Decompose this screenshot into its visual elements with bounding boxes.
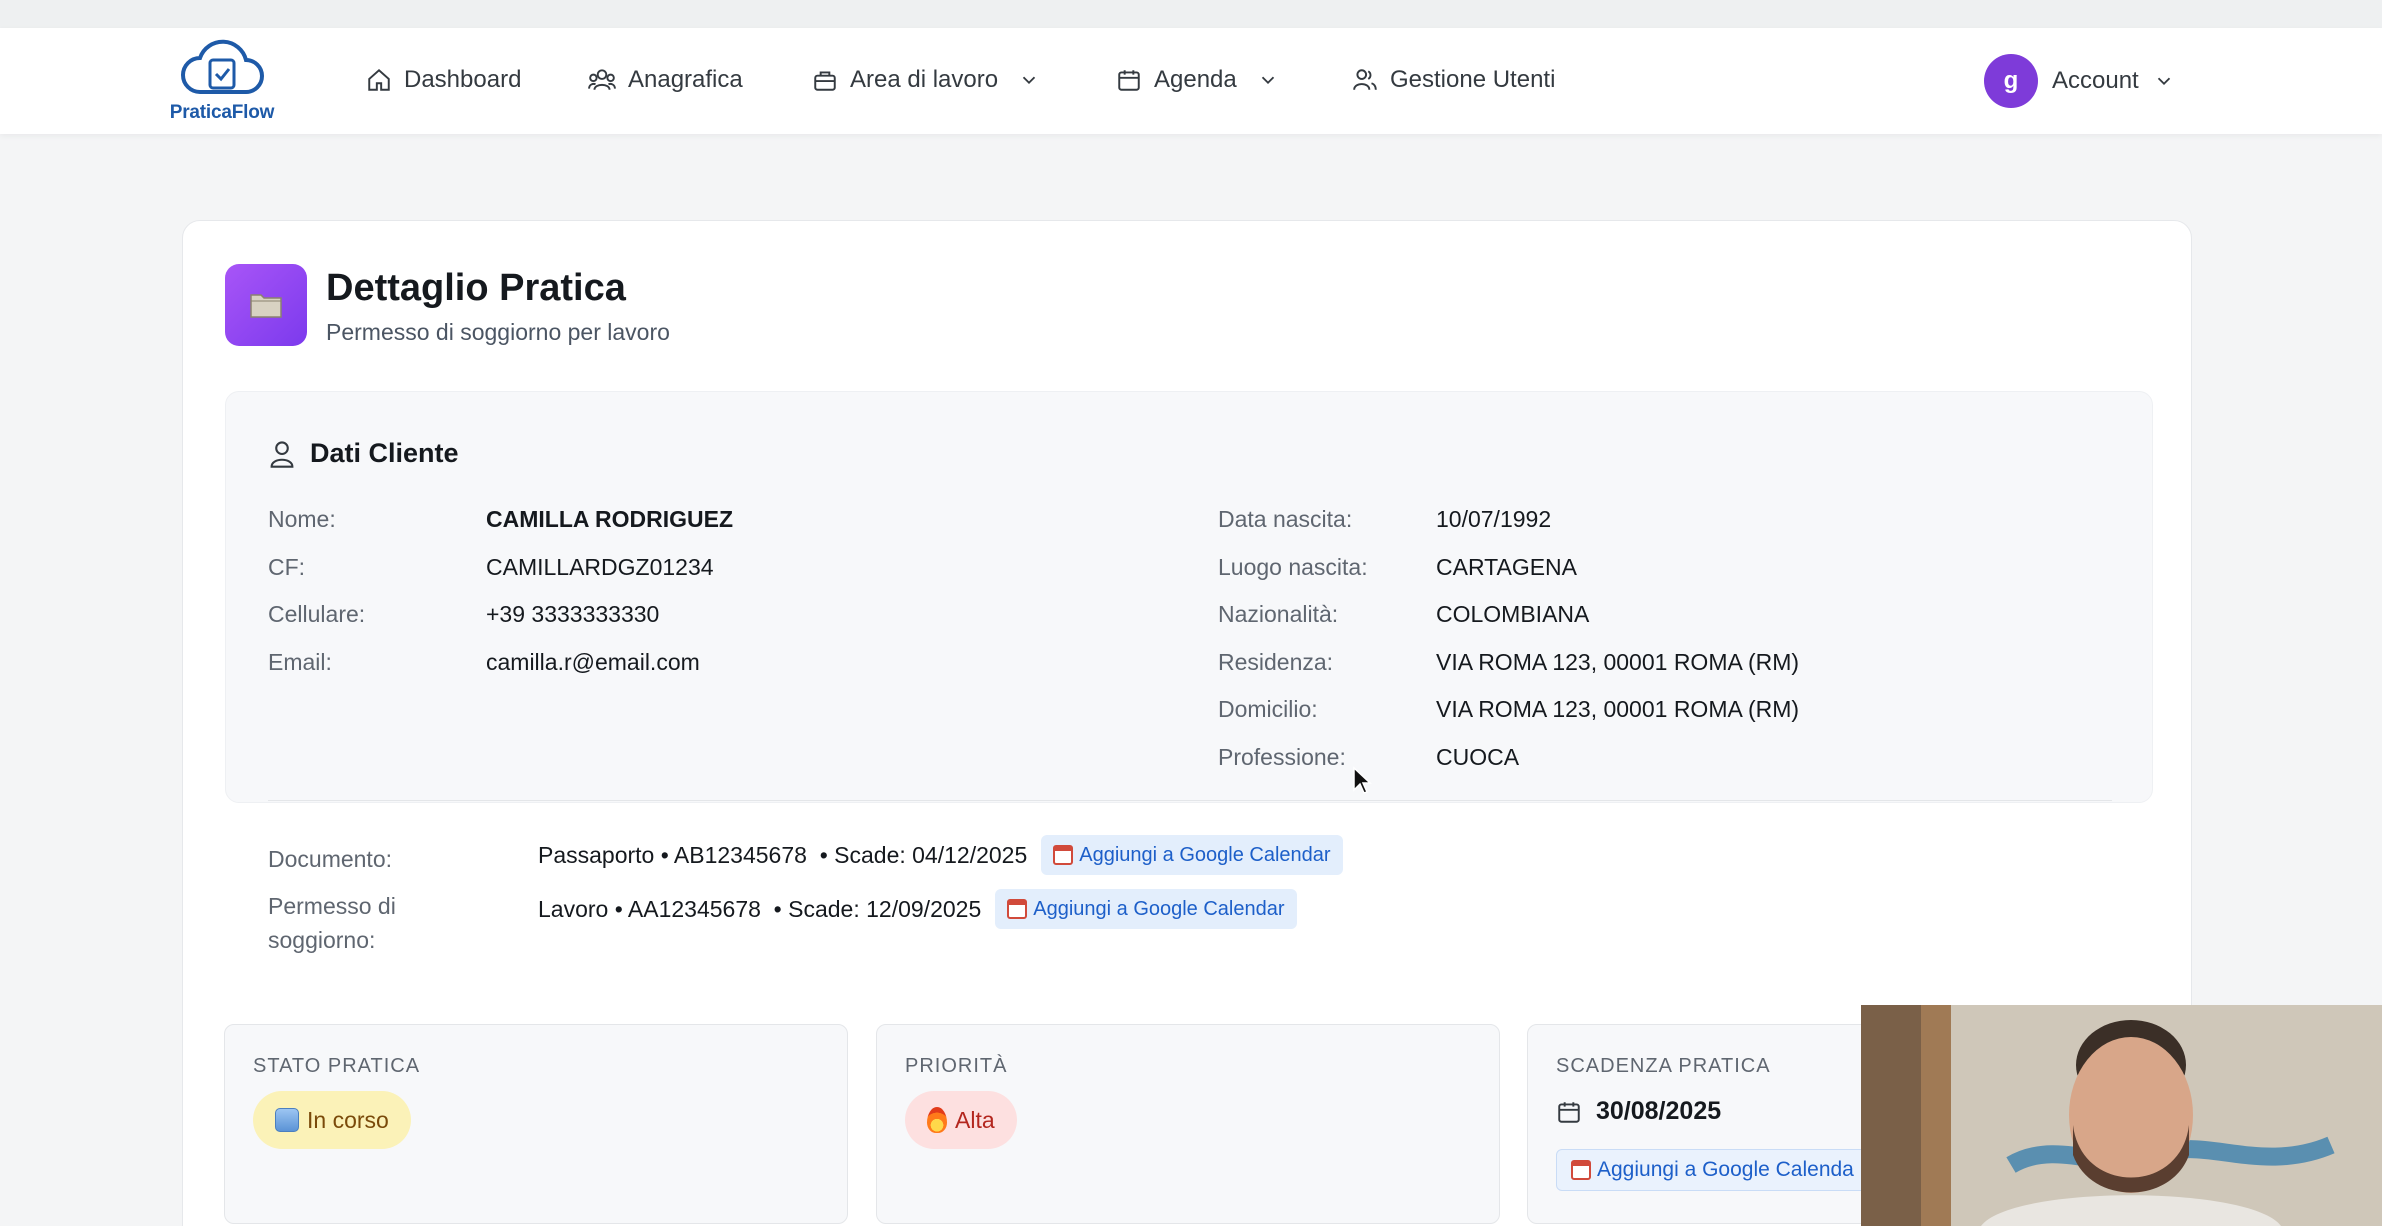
client-section-title-text: Dati Cliente — [310, 438, 459, 468]
add-to-google-calendar-button[interactable]: Aggiungi a Google Calenda — [1556, 1149, 1869, 1191]
nav-agenda-label: Agenda — [1154, 66, 1237, 93]
add-to-google-calendar-button[interactable]: Aggiungi a Google Calendar — [1041, 835, 1343, 875]
field-value: 10/07/1992 — [1436, 506, 1552, 532]
home-icon — [368, 68, 390, 91]
status-label: STATO PRATICA — [253, 1055, 421, 1077]
chevron-down-icon — [1022, 76, 1036, 85]
field-value: +39 3333333330 — [486, 601, 660, 627]
client-field-residenza: Residenza: VIA ROMA 123, 00001 ROMA (RM) — [1218, 649, 1799, 676]
field-value: CUOCA — [1436, 744, 1520, 770]
calendar-icon — [1118, 70, 1140, 91]
page-subtitle: Permesso di soggiorno per lavoro — [326, 319, 670, 345]
field-label: CF: — [268, 554, 306, 580]
nav-gestione-utenti[interactable]: Gestione Utenti — [1352, 62, 1555, 98]
priority-badge-text: Alta — [955, 1106, 995, 1133]
field-label: Domicilio: — [1218, 696, 1318, 722]
app-logo-text: PraticaFlow — [169, 102, 275, 123]
field-label: Luogo nascita: — [1218, 554, 1368, 580]
account-menu[interactable]: g Account — [1984, 54, 2175, 108]
client-field-cf: CF: CAMILLARDGZ01234 — [268, 554, 714, 581]
field-label: Data nascita: — [1218, 506, 1353, 532]
briefcase-icon — [814, 71, 836, 91]
client-field-nome: Nome: CAMILLA RODRIGUEZ — [268, 506, 733, 533]
add-to-google-calendar-label: Aggiungi a Google Calendar — [1079, 843, 1331, 866]
field-label: Residenza: — [1218, 649, 1334, 675]
field-value: VIA ROMA 123, 00001 ROMA (RM) — [1436, 649, 1800, 675]
client-data-panel: Dati Cliente Nome: CAMILLA RODRIGUEZ CF:… — [225, 391, 2153, 953]
user-icon — [270, 440, 294, 468]
chevron-down-icon — [2157, 77, 2170, 86]
field-value: COLOMBIANA — [1436, 601, 1590, 627]
permit-label-line1: Permesso di — [268, 893, 396, 919]
users-icon — [588, 69, 616, 90]
mouse-cursor-icon — [1353, 766, 1372, 794]
nav-dashboard[interactable]: Dashboard — [366, 62, 521, 98]
top-navbar: PraticaFlow Dashboard Anagrafica Area di… — [0, 28, 2382, 134]
calendar-emoji-icon — [1007, 899, 1028, 919]
priority-box: PRIORITÀ Alta — [876, 1024, 1500, 1224]
nav-area-di-lavoro[interactable]: Area di lavoro — [812, 62, 1040, 98]
add-to-google-calendar-label: Aggiungi a Google Calenda — [1597, 1158, 1854, 1181]
page-title: Dettaglio Pratica — [326, 267, 626, 309]
client-field-email: Email: camilla.r@email.com — [268, 649, 700, 676]
add-to-google-calendar-button[interactable]: Aggiungi a Google Calendar — [995, 889, 1297, 929]
field-label: Nome: — [268, 506, 336, 532]
permit-value: Lavoro • AA12345678 • Scade: 12/09/2025 — [538, 895, 982, 922]
client-section-title: Dati Cliente — [268, 438, 459, 469]
cloud-check-logo-icon — [181, 39, 264, 94]
client-field-luogo-nascita: Luogo nascita: CARTAGENA — [1218, 554, 1577, 581]
status-badge[interactable]: In corso — [253, 1091, 411, 1149]
field-value: CAMILLARDGZ01234 — [486, 554, 714, 580]
permit-label: Permesso di soggiorno: — [268, 889, 396, 957]
priority-badge[interactable]: Alta — [905, 1091, 1017, 1149]
field-value: VIA ROMA 123, 00001 ROMA (RM) — [1436, 696, 1800, 722]
nav-area-di-lavoro-label: Area di lavoro — [850, 66, 999, 93]
divider — [268, 800, 2112, 801]
nav-dashboard-label: Dashboard — [404, 66, 522, 93]
refresh-icon — [275, 1108, 299, 1132]
field-value: CAMILLA RODRIGUEZ — [486, 506, 734, 532]
fire-icon — [927, 1107, 947, 1133]
app-logo[interactable]: PraticaFlow — [166, 36, 278, 126]
calendar-emoji-icon — [1571, 1160, 1591, 1180]
document-value: Passaporto • AB12345678 • Scade: 04/12/2… — [538, 841, 1028, 868]
deadline-value: 30/08/2025 — [1596, 1097, 1722, 1125]
user-group-icon — [1353, 69, 1377, 90]
calendar-emoji-icon — [1053, 845, 1074, 865]
nav-agenda[interactable]: Agenda — [1116, 62, 1279, 98]
webcam-overlay — [1861, 1005, 2382, 1226]
browser-top-band — [0, 0, 2382, 28]
nav-anagrafica-label: Anagrafica — [628, 66, 743, 93]
document-label: Documento: — [268, 846, 393, 872]
client-field-cellulare: Cellulare: +39 3333333330 — [268, 601, 659, 628]
deadline-value-row: 30/08/2025 — [1556, 1097, 1721, 1126]
client-field-nazionalita: Nazionalità: COLOMBIANA — [1218, 601, 1589, 628]
field-label: Nazionalità: — [1218, 601, 1339, 627]
add-to-google-calendar-label: Aggiungi a Google Calendar — [1033, 897, 1285, 920]
avatar: g — [1984, 54, 2038, 108]
chevron-down-icon — [1261, 76, 1274, 85]
status-box: STATO PRATICA In corso — [224, 1024, 848, 1224]
field-value: CARTAGENA — [1436, 554, 1578, 580]
document-row: Passaporto • AB12345678 • Scade: 04/12/2… — [538, 835, 1343, 875]
permit-row: Lavoro • AA12345678 • Scade: 12/09/2025 … — [538, 889, 1297, 929]
account-label: Account — [2052, 67, 2139, 94]
permit-label-line2: soggiorno: — [268, 927, 376, 953]
priority-label: PRIORITÀ — [905, 1055, 1008, 1077]
deadline-label: SCADENZA PRATICA — [1556, 1055, 1771, 1077]
field-value: camilla.r@email.com — [486, 649, 700, 675]
field-label: Email: — [268, 649, 332, 675]
client-field-data-nascita: Data nascita: 10/07/1992 — [1218, 506, 1551, 533]
nav-gestione-utenti-label: Gestione Utenti — [1390, 66, 1556, 93]
field-label: Cellulare: — [268, 601, 366, 627]
status-badge-text: In corso — [307, 1106, 389, 1133]
calendar-icon — [1558, 1101, 1580, 1123]
field-label: Professione: — [1218, 744, 1346, 770]
folder-icon — [225, 264, 307, 346]
nav-anagrafica[interactable]: Anagrafica — [588, 62, 743, 98]
client-field-domicilio: Domicilio: VIA ROMA 123, 00001 ROMA (RM) — [1218, 696, 1799, 723]
